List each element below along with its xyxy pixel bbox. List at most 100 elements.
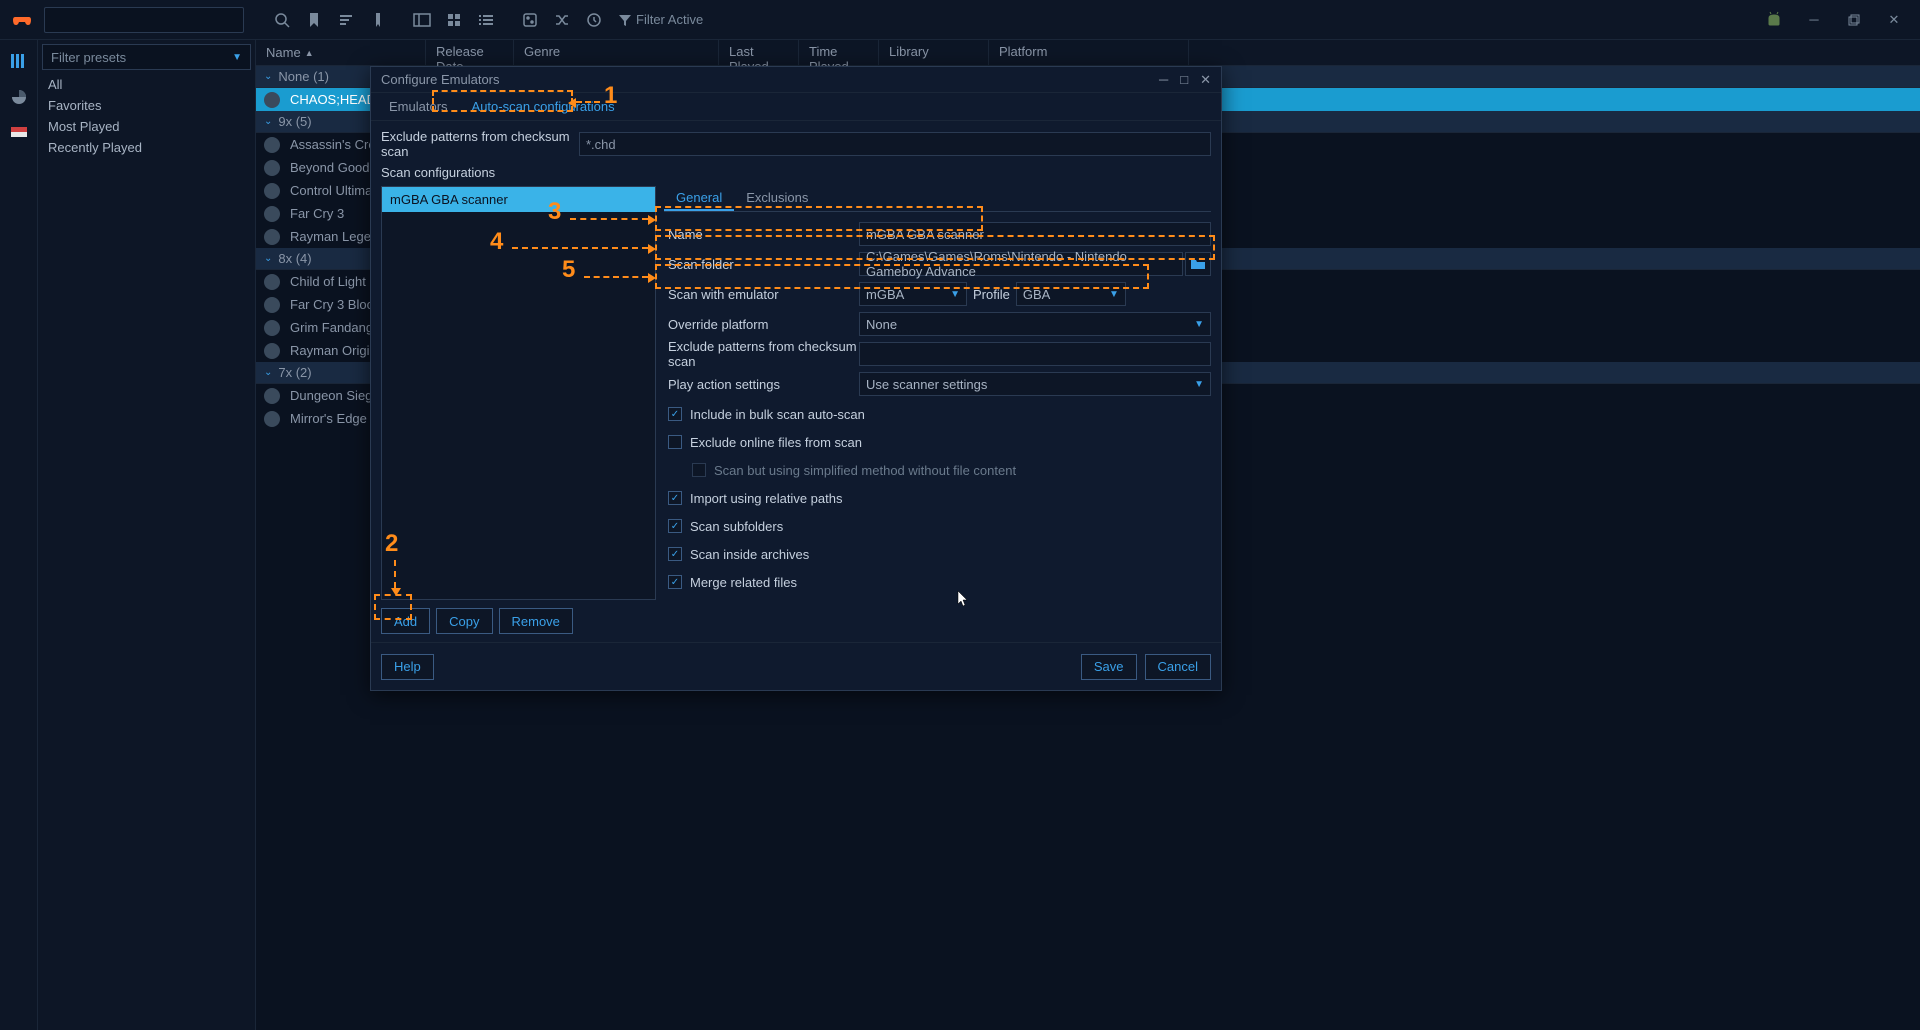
list-sort-icon[interactable] bbox=[332, 6, 360, 34]
android-icon[interactable] bbox=[1760, 6, 1788, 34]
exclude-online-label: Exclude online files from scan bbox=[690, 435, 862, 450]
annotation-number-1: 1 bbox=[604, 82, 617, 110]
filter-side-panel: Filter presets ▼ AllFavoritesMost Played… bbox=[38, 40, 256, 1030]
app-logo-icon bbox=[10, 8, 34, 32]
game-icon bbox=[264, 320, 280, 336]
remove-button[interactable]: Remove bbox=[499, 608, 573, 634]
preset-item[interactable]: Most Played bbox=[38, 116, 255, 137]
preset-item[interactable]: All bbox=[38, 74, 255, 95]
stats-rail-icon[interactable] bbox=[6, 84, 32, 110]
chevron-down-icon: ▼ bbox=[232, 52, 242, 63]
merge-checkbox[interactable] bbox=[668, 575, 682, 589]
shuffle-icon[interactable] bbox=[548, 6, 576, 34]
archives-label: Scan inside archives bbox=[690, 547, 809, 562]
chevron-down-icon: ▼ bbox=[1194, 319, 1204, 330]
exclude2-label: Exclude patterns from checksum scan bbox=[664, 339, 859, 369]
annotation-arrow-2 bbox=[394, 560, 396, 588]
left-rail bbox=[0, 40, 38, 1030]
scan-config-item[interactable]: mGBA GBA scanner bbox=[382, 187, 655, 212]
chevron-down-icon: ▼ bbox=[950, 289, 960, 300]
flag-rail-icon[interactable] bbox=[6, 120, 32, 146]
game-icon bbox=[264, 229, 280, 245]
filter-active-label: Filter Active bbox=[636, 12, 703, 27]
dialog-maximize-icon[interactable]: □ bbox=[1180, 72, 1188, 88]
override-label: Override platform bbox=[664, 317, 859, 332]
maximize-icon[interactable] bbox=[1840, 6, 1868, 34]
game-icon bbox=[264, 343, 280, 359]
exclude-patterns-input[interactable]: *.chd bbox=[579, 132, 1211, 156]
merge-label: Merge related files bbox=[690, 575, 797, 590]
dialog-close-icon[interactable]: ✕ bbox=[1200, 72, 1211, 88]
tag-icon[interactable] bbox=[364, 6, 392, 34]
simplified-checkbox bbox=[692, 463, 706, 477]
copy-button[interactable]: Copy bbox=[436, 608, 492, 634]
override-select[interactable]: None▼ bbox=[859, 312, 1211, 336]
annotation-number-4: 4 bbox=[490, 228, 503, 256]
game-icon bbox=[264, 92, 280, 108]
filter-active-indicator[interactable]: Filter Active bbox=[610, 12, 711, 27]
column-genre[interactable]: Genre bbox=[514, 40, 719, 65]
game-icon bbox=[264, 388, 280, 404]
preset-item[interactable]: Favorites bbox=[38, 95, 255, 116]
global-search-input[interactable] bbox=[44, 7, 244, 33]
subfolders-checkbox[interactable] bbox=[668, 519, 682, 533]
cancel-button[interactable]: Cancel bbox=[1145, 654, 1211, 680]
sidebar-toggle-icon[interactable] bbox=[408, 6, 436, 34]
game-icon bbox=[264, 206, 280, 222]
library-rail-icon[interactable] bbox=[6, 48, 32, 74]
minimize-icon[interactable]: ─ bbox=[1800, 6, 1828, 34]
annotation-arrow-5 bbox=[584, 276, 648, 278]
search-icon[interactable] bbox=[268, 6, 296, 34]
column-library[interactable]: Library bbox=[879, 40, 989, 65]
annotation-number-2: 2 bbox=[385, 530, 398, 558]
game-icon bbox=[264, 411, 280, 427]
preset-item[interactable]: Recently Played bbox=[38, 137, 255, 158]
relative-checkbox[interactable] bbox=[668, 491, 682, 505]
bulk-label: Include in bulk scan auto-scan bbox=[690, 407, 865, 422]
archives-checkbox[interactable] bbox=[668, 547, 682, 561]
list-view-icon[interactable] bbox=[472, 6, 500, 34]
playaction-label: Play action settings bbox=[664, 377, 859, 392]
column-platform[interactable]: Platform bbox=[989, 40, 1189, 65]
save-button[interactable]: Save bbox=[1081, 654, 1137, 680]
close-window-icon[interactable]: ✕ bbox=[1880, 6, 1908, 34]
exclude2-input[interactable] bbox=[859, 342, 1211, 366]
filter-icon bbox=[618, 13, 632, 27]
top-toolbar: Filter Active ─ ✕ bbox=[0, 0, 1920, 40]
bulk-checkbox[interactable] bbox=[668, 407, 682, 421]
simplified-label: Scan but using simplified method without… bbox=[714, 463, 1016, 478]
help-button[interactable]: Help bbox=[381, 654, 434, 680]
grid-view-icon[interactable] bbox=[440, 6, 468, 34]
annotation-box-2 bbox=[374, 594, 412, 620]
annotation-number-5: 5 bbox=[562, 256, 575, 284]
filter-presets-label: Filter presets bbox=[51, 50, 126, 65]
annotation-box-1 bbox=[432, 90, 573, 112]
playaction-select[interactable]: Use scanner settings▼ bbox=[859, 372, 1211, 396]
chevron-down-icon: ▼ bbox=[1194, 379, 1204, 390]
dialog-minimize-icon[interactable]: ─ bbox=[1159, 72, 1168, 88]
filter-presets-dropdown[interactable]: Filter presets ▼ bbox=[42, 44, 251, 70]
configure-emulators-dialog: Configure Emulators ─ □ ✕ Emulators Auto… bbox=[370, 66, 1222, 691]
column-release[interactable]: Release Date bbox=[426, 40, 514, 65]
subfolders-label: Scan subfolders bbox=[690, 519, 783, 534]
relative-label: Import using relative paths bbox=[690, 491, 842, 506]
exclude-patterns-label: Exclude patterns from checksum scan bbox=[381, 129, 571, 159]
annotation-arrow-4 bbox=[512, 247, 648, 249]
annotation-box-3 bbox=[655, 206, 983, 231]
annotation-box-5 bbox=[655, 264, 1149, 289]
column-timeplayed[interactable]: Time Played bbox=[799, 40, 879, 65]
exclude-online-checkbox[interactable] bbox=[668, 435, 682, 449]
game-icon bbox=[264, 160, 280, 176]
annotation-number-3: 3 bbox=[548, 198, 561, 226]
game-icon bbox=[264, 297, 280, 313]
table-header: Name▲ Release Date Genre Last Played Tim… bbox=[256, 40, 1920, 66]
scan-configs-label: Scan configurations bbox=[381, 165, 1211, 180]
dice-icon[interactable] bbox=[516, 6, 544, 34]
bookmark-icon[interactable] bbox=[300, 6, 328, 34]
annotation-box-4 bbox=[655, 235, 1215, 260]
column-name[interactable]: Name▲ bbox=[256, 40, 426, 65]
game-icon bbox=[264, 274, 280, 290]
clock-icon[interactable] bbox=[580, 6, 608, 34]
annotation-arrow-1 bbox=[576, 101, 600, 103]
column-lastplayed[interactable]: Last Played bbox=[719, 40, 799, 65]
